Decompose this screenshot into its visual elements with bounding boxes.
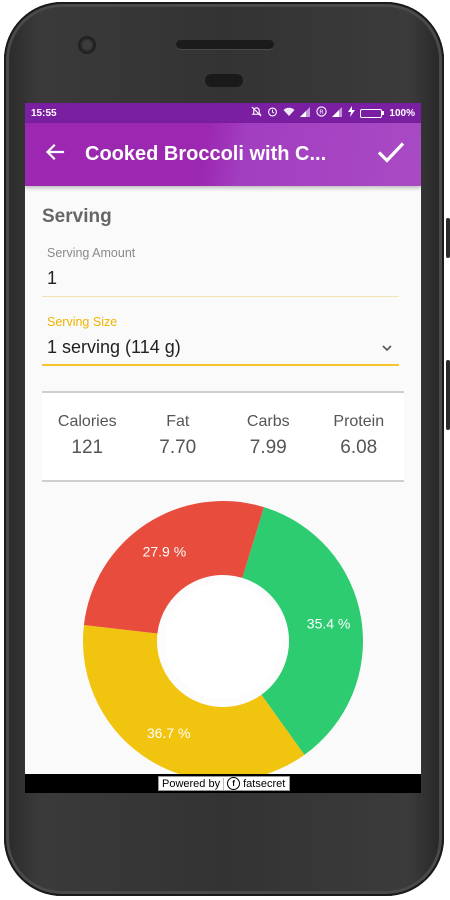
chevron-down-icon: [380, 341, 394, 355]
nutrition-value: 7.99: [249, 437, 287, 458]
macro-donut-chart: 35.4 % 36.7 % 27.9 %: [82, 501, 363, 781]
signal-icon: [300, 106, 311, 120]
page-title: Cooked Broccoli with C...: [85, 143, 327, 165]
slice-label: 35.4 %: [307, 616, 351, 632]
nutrition-protein: Protein 6.08: [314, 393, 405, 480]
svg-text:R: R: [320, 108, 325, 116]
alarm-icon: [267, 106, 278, 120]
app-bar: Cooked Broccoli with C...: [25, 123, 421, 186]
r-circle-icon: R: [316, 106, 328, 120]
nutrition-label: Fat: [166, 413, 190, 430]
nutrition-carbs: Carbs 7.99: [223, 393, 314, 480]
nutrition-value: 7.70: [159, 437, 197, 458]
power-button: [446, 360, 450, 430]
nutrition-label: Calories: [57, 413, 117, 430]
nutrition-calories: Calories 121: [42, 393, 133, 480]
charging-icon: [348, 106, 356, 120]
back-button[interactable]: [25, 123, 85, 186]
footer-strip: Powered by f fatsecret: [25, 774, 421, 793]
nutrition-value: 6.08: [340, 437, 378, 458]
nutrition-summary: Calories 121 Fat 7.70 Carbs 7.99 Protein…: [42, 391, 404, 482]
section-title: Serving: [42, 206, 112, 227]
battery-percent: 100%: [389, 107, 415, 119]
nutrition-fat: Fat 7.70: [133, 393, 224, 480]
slice-label: 27.9 %: [143, 543, 187, 559]
serving-form: Serving Serving Amount Serving Size 1 se…: [25, 206, 421, 482]
status-time: 15:55: [31, 107, 57, 119]
status-icons: R 100%: [251, 106, 415, 120]
nutrition-value: 121: [71, 437, 104, 458]
powered-by-text: Powered by: [159, 777, 225, 790]
confirm-button[interactable]: [361, 123, 421, 186]
earpiece-speaker: [176, 40, 274, 49]
powered-by-badge[interactable]: Powered by f fatsecret: [158, 776, 291, 791]
serving-amount-label: Serving Amount: [47, 246, 136, 260]
battery-icon: [360, 108, 385, 118]
screen: 15:55 R 100% Cooked Broccoli with C... S…: [25, 103, 421, 793]
serving-size-value: 1 serving (114 g): [47, 337, 181, 357]
macro-chart-area: 35.4 % 36.7 % 27.9 %: [25, 498, 421, 793]
serving-size-dropdown[interactable]: 1 serving (114 g): [42, 329, 399, 366]
nutrition-label: Protein: [333, 413, 385, 430]
fatsecret-logo-icon: f: [227, 777, 241, 790]
front-camera: [78, 36, 96, 54]
proximity-sensor: [205, 74, 243, 87]
check-icon: [377, 140, 405, 169]
alarm-off-icon: [251, 106, 262, 120]
arrow-left-icon: [45, 142, 65, 167]
serving-amount-input[interactable]: [42, 260, 399, 297]
serving-size-label: Serving Size: [47, 315, 118, 329]
brand-name: fatsecret: [243, 777, 286, 790]
status-bar: 15:55 R 100%: [25, 103, 421, 123]
volume-button: [446, 218, 450, 258]
signal-icon: [332, 106, 343, 120]
nutrition-label: Carbs: [246, 413, 290, 430]
donut-hole: [165, 583, 281, 699]
slice-label: 36.7 %: [147, 725, 191, 741]
wifi-icon: [283, 107, 295, 120]
